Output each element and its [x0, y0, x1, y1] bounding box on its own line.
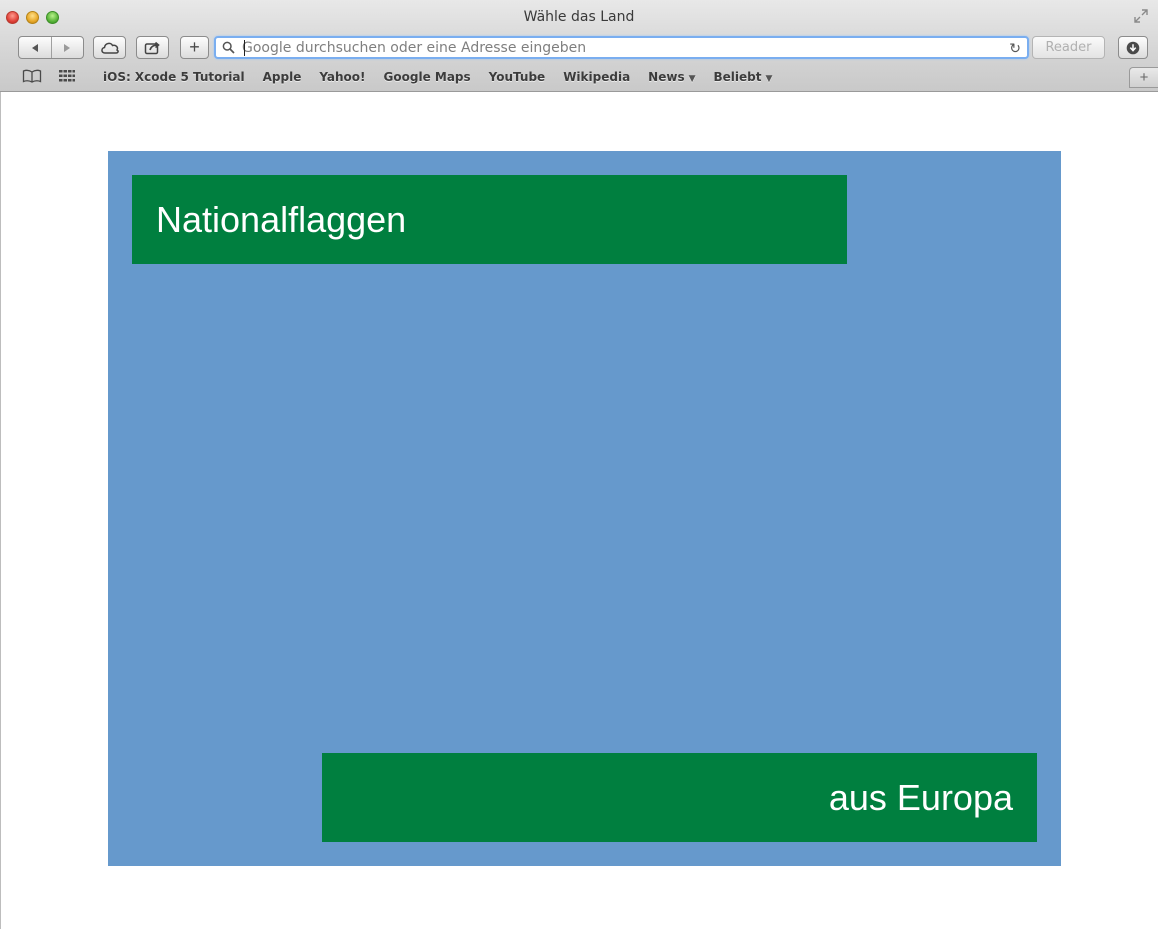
back-button[interactable] [19, 37, 51, 58]
fullscreen-icon[interactable] [1134, 9, 1148, 23]
share-icon [144, 41, 160, 55]
subtitle-banner: aus Europa [322, 753, 1037, 842]
bookmark-youtube[interactable]: YouTube [480, 68, 555, 88]
browser-chrome: Wähle das Land + ↻ Reader [0, 0, 1158, 92]
back-forward-group [18, 36, 84, 59]
address-input[interactable] [242, 39, 1002, 57]
new-tab-button[interactable]: + [1129, 67, 1158, 88]
top-sites-icon[interactable] [58, 69, 76, 83]
reload-icon[interactable]: ↻ [1009, 40, 1021, 57]
add-bookmark-button[interactable]: + [180, 36, 209, 59]
download-icon [1126, 41, 1140, 54]
share-button[interactable] [136, 36, 169, 59]
back-icon [31, 43, 38, 52]
toolbar: + ↻ [0, 34, 1158, 62]
forward-button[interactable] [51, 37, 83, 58]
bookmark-yahoo[interactable]: Yahoo! [310, 68, 374, 88]
icloud-tabs-button[interactable] [93, 36, 126, 59]
search-icon [222, 41, 235, 54]
address-bar[interactable]: ↻ [214, 36, 1029, 59]
bookmark-google-maps[interactable]: Google Maps [375, 68, 480, 88]
page-content: Nationalflaggen aus Europa [0, 92, 1158, 929]
reading-list-icon[interactable] [22, 69, 42, 83]
chevron-down-icon: ▼ [765, 74, 773, 84]
bookmark-list: iOS: Xcode 5 Tutorial Apple Yahoo! Googl… [94, 68, 781, 88]
bookmark-folder-beliebt[interactable]: Beliebt ▼ [705, 68, 782, 88]
bookmark-folder-news[interactable]: News ▼ [639, 68, 704, 88]
bookmarks-bar: iOS: Xcode 5 Tutorial Apple Yahoo! Googl… [0, 64, 1158, 90]
bookmark-apple[interactable]: Apple [254, 68, 311, 88]
title-banner: Nationalflaggen [132, 175, 847, 264]
download-button[interactable] [1118, 36, 1148, 59]
chevron-down-icon: ▼ [688, 74, 696, 84]
text-caret [244, 40, 245, 56]
bookmark-ios-xcode-tutorial[interactable]: iOS: Xcode 5 Tutorial [94, 68, 254, 88]
page-subtitle: aus Europa [828, 776, 1013, 818]
icloud-tabs-icon [100, 42, 119, 54]
window-title: Wähle das Land [523, 9, 635, 25]
bookmark-wikipedia[interactable]: Wikipedia [554, 68, 639, 88]
title-bar: Wähle das Land [0, 0, 1158, 36]
forward-icon [64, 43, 71, 52]
page-title: Nationalflaggen [156, 198, 407, 240]
flag-panel: Nationalflaggen aus Europa [108, 151, 1061, 866]
reader-button[interactable]: Reader [1032, 36, 1105, 59]
